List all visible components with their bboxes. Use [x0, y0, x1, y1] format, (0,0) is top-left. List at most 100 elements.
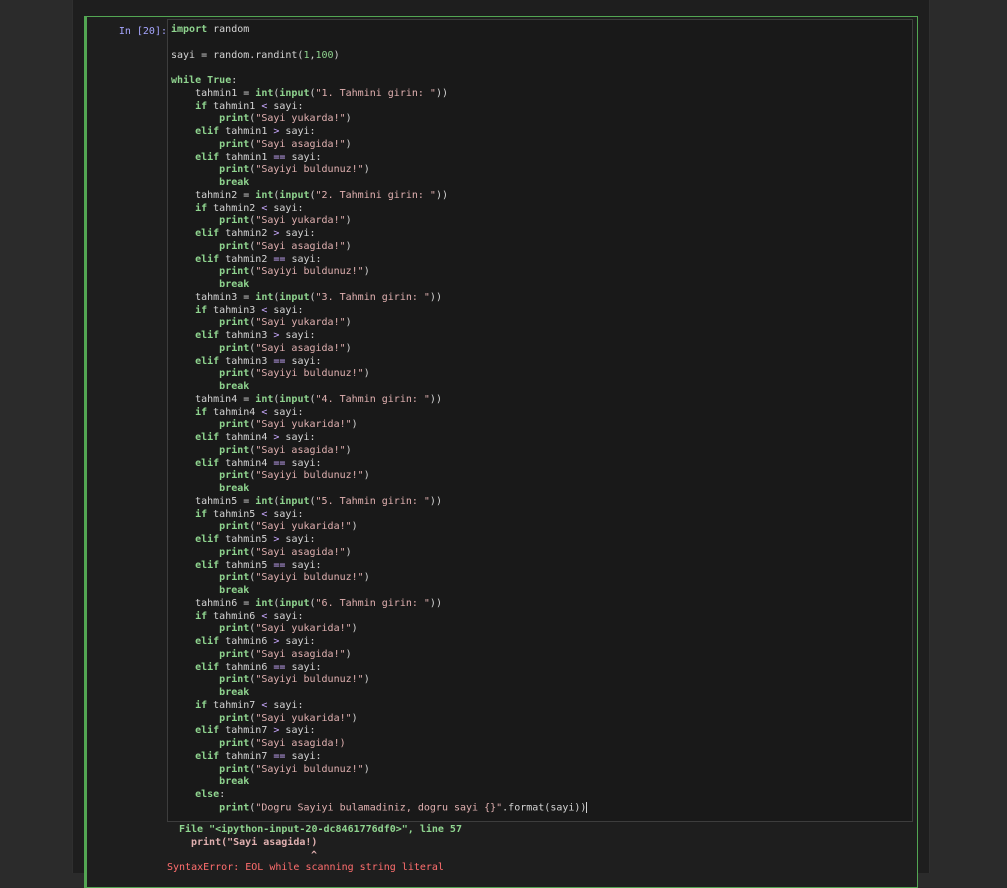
code-token: ) [351, 712, 358, 724]
code-token: while [171, 75, 202, 86]
code-token: tahmin2 [219, 253, 274, 265]
code-line: elif tahmin4 == sayi: [171, 458, 587, 471]
code-line: break [171, 177, 587, 190]
code-token: print [219, 572, 250, 584]
code-line: print("Sayiyi buldunuz!") [171, 572, 587, 585]
input-prompt: In [20]: [118, 26, 167, 37]
code-token: "5. Tahmin girin: " [315, 495, 430, 507]
code-token: ) [345, 240, 352, 252]
code-token: ) [363, 368, 370, 380]
code-line: print("Sayi asagida!") [171, 343, 587, 356]
code-token: "Sayi asagida!" [255, 546, 346, 558]
code-token: == [273, 457, 286, 469]
code-token: ) [345, 113, 352, 125]
code-token: input [279, 87, 310, 99]
code-cell[interactable]: In [20]: import random sayi = random.ran… [84, 16, 918, 888]
code-line: print("Sayi asagida!") [171, 445, 587, 458]
code-token: "Sayiyi buldunuz!" [255, 470, 364, 482]
code-token: sayi: [279, 330, 316, 341]
code-token: print [219, 266, 250, 278]
code-token: ) [351, 419, 358, 431]
code-token: sayi: [285, 457, 322, 469]
code-token: ) [351, 521, 358, 533]
code-line: elif tahmin1 == sayi: [171, 152, 587, 165]
code-token: 100 [315, 49, 334, 61]
code-token: "Sayiyi buldunuz!" [255, 572, 364, 584]
code-token: tahmin3 [207, 304, 262, 316]
code-token: break [219, 177, 250, 188]
code-line: tahmin4 = int(input("4. Tahmin girin: ")… [171, 394, 587, 407]
code-line: print("Sayiyi buldunuz!") [171, 674, 587, 687]
code-token: input [279, 291, 310, 303]
code-token: tahmin4 [219, 457, 274, 469]
code-line: if tahmin2 < sayi: [171, 203, 587, 216]
code-token: if [195, 699, 208, 711]
code-line: if tahmin4 < sayi: [171, 407, 587, 420]
code-token: ) [363, 266, 370, 278]
code-token: "Sayiyi buldunuz!" [255, 763, 364, 775]
code-token: tahmin3 = [171, 291, 256, 303]
code-token: ) [363, 470, 370, 482]
code-line: elif tahmin7 > sayi: [171, 725, 587, 738]
code-token: elif [195, 457, 220, 469]
code-token: "4. Tahmin girin: " [315, 393, 430, 405]
code-token: elif [195, 228, 220, 239]
code-token: print [219, 215, 250, 227]
code-token: ) [345, 138, 352, 150]
code-token: tahmin7 [207, 699, 262, 711]
code-token: int [255, 189, 274, 201]
code-token: "3. Tahmin girin: " [315, 291, 430, 303]
code-token: == [273, 253, 286, 265]
code-line: sayi = random.randint(1,100) [171, 50, 587, 63]
code-token: print [219, 648, 250, 660]
code-token: input [279, 189, 310, 201]
code-token: "Dogru Sayiyi bulamadiniz, dogru sayi {}… [255, 802, 503, 814]
code-line: break [171, 776, 587, 789]
code-token: tahmin6 [207, 610, 262, 622]
code-token: input [279, 597, 310, 609]
code-token: ) [363, 763, 370, 775]
code-line: else: [171, 789, 587, 802]
code-token: print [219, 738, 250, 749]
code-token: ) [345, 342, 352, 354]
code-line: if tahmin7 < sayi: [171, 700, 587, 713]
code-token: ) [351, 623, 358, 635]
code-line: print("Sayiyi buldunuz!") [171, 764, 587, 777]
code-token: "Sayi yukarda!" [255, 317, 346, 329]
code-token: )) [429, 393, 442, 405]
code-token: sayi: [285, 661, 322, 673]
code-editor[interactable]: import random sayi = random.randint(1,10… [167, 19, 913, 822]
code-line: elif tahmin2 == sayi: [171, 254, 587, 267]
code-token: "Sayi asagida!" [255, 342, 346, 354]
code-token: tahmin3 [219, 330, 274, 341]
code-line: elif tahmin6 > sayi: [171, 636, 587, 649]
code-token: == [273, 750, 286, 762]
code-token: sayi: [267, 610, 304, 622]
code-token: print [219, 342, 250, 354]
code-token: if [195, 304, 208, 316]
code-line: print("Sayi asagida!") [171, 649, 587, 662]
code-line: print("Sayi asagida!") [171, 139, 587, 152]
code-line: print("Sayi yukarda!") [171, 113, 587, 126]
code-token: else [195, 789, 220, 800]
code-token: print [219, 240, 250, 252]
code-line: print("Sayiyi buldunuz!") [171, 470, 587, 483]
code-line: elif tahmin5 == sayi: [171, 560, 587, 573]
code-line: print("Sayiyi buldunuz!") [171, 164, 587, 177]
code-line: tahmin1 = int(input("1. Tahmini girin: "… [171, 88, 587, 101]
code-token: tahmin7 [219, 725, 274, 737]
